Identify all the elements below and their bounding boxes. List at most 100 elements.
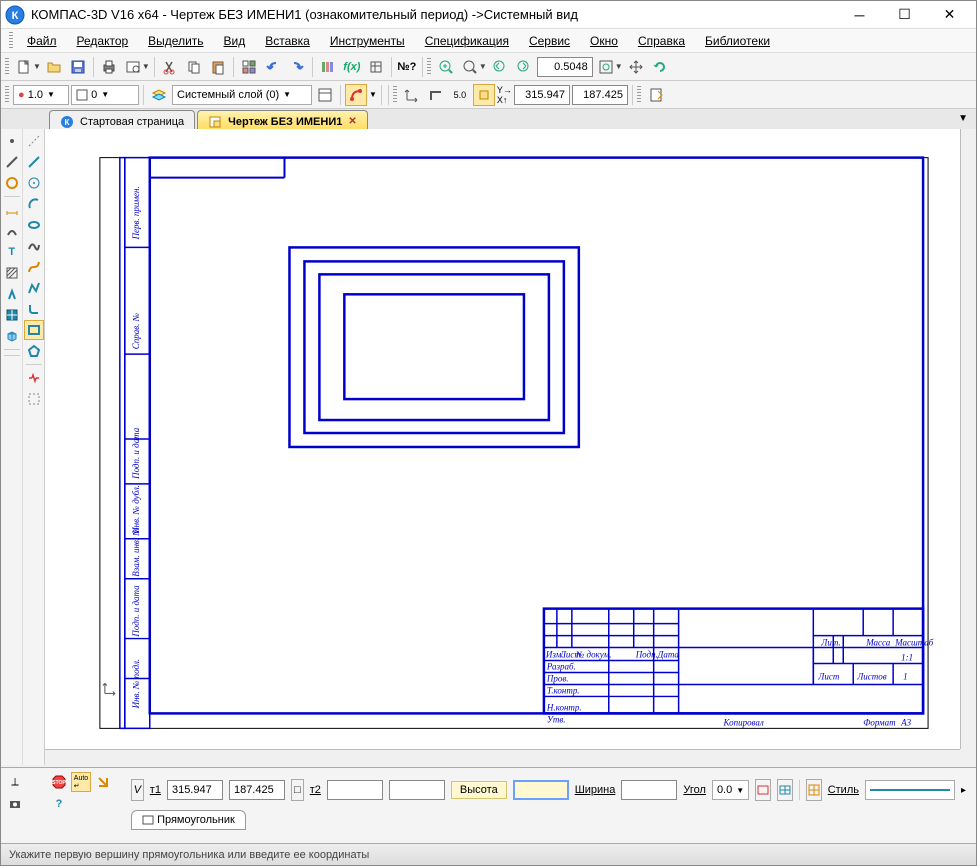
style-combo[interactable] [865, 780, 955, 800]
menu-tools[interactable]: Инструменты [322, 32, 413, 50]
tabs-dropdown[interactable]: ▼ [958, 113, 968, 124]
pan-button[interactable] [625, 56, 647, 78]
zoom-in-button[interactable] [459, 56, 481, 78]
zoom-value-input[interactable] [537, 57, 593, 77]
statusbar: Укажите первую вершину прямоугольника ил… [1, 843, 976, 865]
print-preview-button[interactable] [122, 56, 144, 78]
axes-on-button[interactable] [777, 779, 793, 801]
coords-button[interactable] [401, 84, 423, 106]
zoom-prev-button[interactable] [489, 56, 511, 78]
zoom-window-button[interactable] [435, 56, 457, 78]
t1-x-input[interactable] [167, 780, 223, 800]
break-tool[interactable] [24, 368, 44, 388]
line-tool[interactable] [24, 152, 44, 172]
t2-y-input[interactable] [389, 780, 445, 800]
grid-button[interactable] [806, 779, 822, 801]
coord-y-input[interactable] [572, 85, 628, 105]
copy-button[interactable] [183, 56, 205, 78]
variables-button[interactable]: f(x) [341, 56, 363, 78]
horizontal-scrollbar[interactable] [45, 749, 960, 765]
polygon-tool[interactable] [24, 341, 44, 361]
coord-x-input[interactable] [514, 85, 570, 105]
open-button[interactable] [43, 56, 65, 78]
segment-tool[interactable] [2, 152, 22, 172]
text-tool[interactable]: Т [2, 242, 22, 262]
round-button[interactable]: 5.0 [449, 84, 471, 106]
t2-lock-button[interactable]: □ [291, 779, 304, 801]
redo-button[interactable] [286, 56, 308, 78]
maximize-button[interactable]: ☐ [882, 1, 927, 29]
3d-icon-tool[interactable] [2, 326, 22, 346]
t1-y-input[interactable] [229, 780, 285, 800]
aux-line-tool[interactable] [24, 131, 44, 151]
menu-help[interactable]: Справка [630, 32, 693, 50]
angle-input[interactable]: 0.0▼ [712, 780, 749, 800]
redraw-button[interactable] [649, 56, 671, 78]
dimension-tool[interactable] [2, 200, 22, 220]
menu-window[interactable]: Окно [582, 32, 626, 50]
layer-dialog-button[interactable] [314, 84, 336, 106]
arc2-tool[interactable] [24, 194, 44, 214]
new-doc-button[interactable] [13, 56, 35, 78]
height-input[interactable] [513, 780, 569, 800]
menu-file[interactable]: Файл [19, 32, 65, 50]
undo-button[interactable] [262, 56, 284, 78]
spline-curve-tool[interactable] [24, 236, 44, 256]
table-tool[interactable] [2, 305, 22, 325]
point-tool[interactable] [2, 131, 22, 151]
zoom-fit-button[interactable] [595, 56, 617, 78]
apply-button[interactable] [93, 772, 113, 792]
circle-tool[interactable] [2, 173, 22, 193]
print-button[interactable] [98, 56, 120, 78]
snap-button[interactable] [345, 84, 367, 106]
cut-button[interactable] [159, 56, 181, 78]
hatch-tool[interactable] [2, 263, 22, 283]
edit-doc-button[interactable] [645, 84, 667, 106]
ortho-button[interactable] [425, 84, 447, 106]
panel-tab-rectangle[interactable]: Прямоугольник [131, 810, 246, 830]
library-manager-button[interactable] [317, 56, 339, 78]
menu-libraries[interactable]: Библиотеки [697, 32, 778, 50]
unpin-button[interactable]: ⟂ [5, 772, 25, 792]
canvas-area: Изм. Лист № докум. Подп. Дата Разраб. Пр… [45, 129, 976, 765]
menu-view[interactable]: Вид [216, 32, 254, 50]
save-button[interactable] [67, 56, 89, 78]
width-input[interactable] [621, 780, 677, 800]
drawing-canvas[interactable]: Изм. Лист № докум. Подп. Дата Разраб. Пр… [45, 129, 960, 749]
vertical-scrollbar[interactable] [960, 129, 976, 749]
bezier-tool[interactable] [24, 257, 44, 277]
t1-lock-button[interactable]: V [131, 779, 144, 801]
menu-insert[interactable]: Вставка [257, 32, 318, 50]
camera-button[interactable] [5, 794, 25, 814]
state-combo[interactable]: 0▼ [71, 85, 139, 105]
attributes-button[interactable] [365, 56, 387, 78]
sketch-tool[interactable] [24, 389, 44, 409]
fillet-tool[interactable] [24, 299, 44, 319]
close-tab-button[interactable]: ✕ [348, 116, 356, 127]
layers-button[interactable] [148, 84, 170, 106]
menu-edit[interactable]: Редактор [69, 32, 137, 50]
help-button[interactable]: №? [396, 56, 418, 78]
layer-combo[interactable]: Системный слой (0)▼ [172, 85, 312, 105]
rectangle-tool[interactable] [24, 320, 44, 340]
polyline-tool[interactable] [24, 278, 44, 298]
auto-button[interactable]: Auto↵ [71, 772, 91, 792]
stop-button[interactable]: STOP [49, 772, 69, 792]
scale-combo[interactable]: ● 1.0▼ [13, 85, 69, 105]
zoom-next-button[interactable] [513, 56, 535, 78]
properties-button[interactable] [238, 56, 260, 78]
paste-button[interactable] [207, 56, 229, 78]
minimize-button[interactable]: ─ [837, 1, 882, 29]
arc-tool[interactable] [2, 221, 22, 241]
help2-button[interactable]: ? [49, 794, 69, 814]
ellipse-tool[interactable] [24, 215, 44, 235]
menu-select[interactable]: Выделить [140, 32, 211, 50]
t2-x-input[interactable] [327, 780, 383, 800]
menu-service[interactable]: Сервис [521, 32, 578, 50]
axes-off-button[interactable] [755, 779, 771, 801]
close-button[interactable]: ✕ [927, 1, 972, 29]
circle-center-tool[interactable] [24, 173, 44, 193]
roughness-tool[interactable] [2, 284, 22, 304]
local-cs-button[interactable] [473, 84, 495, 106]
menu-spec[interactable]: Спецификация [417, 32, 517, 50]
